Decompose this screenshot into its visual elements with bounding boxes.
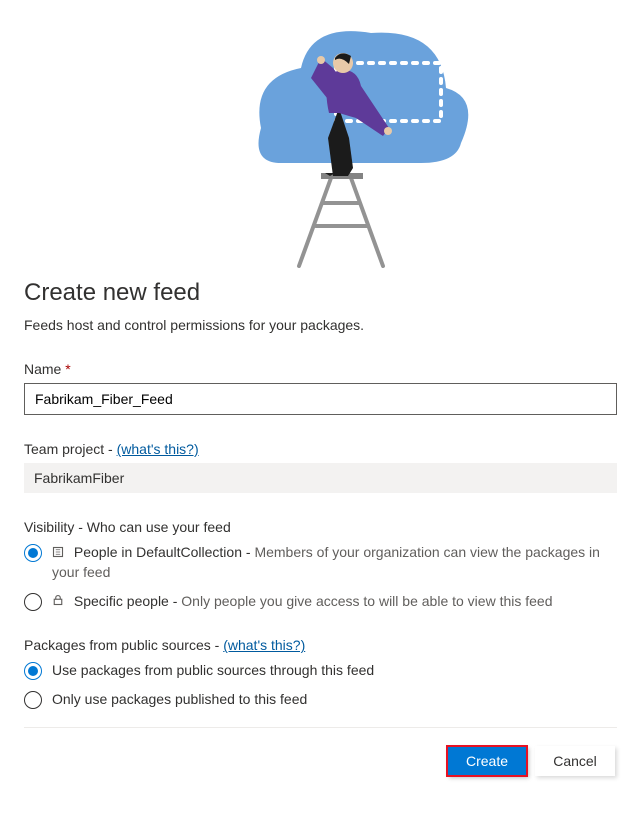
divider — [24, 727, 617, 728]
page-title: Create new feed — [24, 279, 617, 307]
page-subtitle: Feeds host and control permissions for y… — [24, 317, 617, 333]
visibility-section: Visibility - Who can use your feed Peopl… — [24, 519, 617, 611]
public-sources-label: Packages from public sources - (what's t… — [24, 637, 617, 653]
cancel-button[interactable]: Cancel — [535, 746, 615, 776]
team-project-section: Team project - (what's this?) FabrikamFi… — [24, 441, 617, 493]
org-icon — [52, 544, 66, 563]
name-input[interactable] — [24, 383, 617, 415]
create-feed-dialog: Create new feed Feeds host and control p… — [0, 0, 641, 800]
public-sources-section: Packages from public sources - (what's t… — [24, 637, 617, 709]
public-sources-option-only[interactable]: Only use packages published to this feed — [24, 690, 617, 709]
create-button[interactable]: Create — [447, 746, 527, 776]
radio-button[interactable] — [24, 662, 42, 680]
visibility-option-specific[interactable]: Specific people - Only people you give a… — [24, 592, 617, 612]
public-sources-option-use[interactable]: Use packages from public sources through… — [24, 661, 617, 680]
required-marker: * — [65, 361, 70, 377]
radio-button[interactable] — [24, 593, 42, 611]
hero-illustration — [24, 0, 617, 271]
visibility-label: Visibility - Who can use your feed — [24, 519, 617, 535]
name-label: Name * — [24, 361, 617, 377]
name-section: Name * — [24, 361, 617, 415]
lock-icon — [52, 592, 66, 611]
cloud-illustration — [161, 8, 481, 268]
public-sources-help-link[interactable]: (what's this?) — [223, 637, 305, 653]
radio-button[interactable] — [24, 544, 42, 562]
button-row: Create Cancel — [24, 746, 617, 776]
team-project-value: FabrikamFiber — [24, 463, 617, 493]
team-project-help-link[interactable]: (what's this?) — [117, 441, 199, 457]
radio-button[interactable] — [24, 691, 42, 709]
team-project-label: Team project - (what's this?) — [24, 441, 617, 457]
visibility-option-org[interactable]: People in DefaultCollection - Members of… — [24, 543, 617, 582]
